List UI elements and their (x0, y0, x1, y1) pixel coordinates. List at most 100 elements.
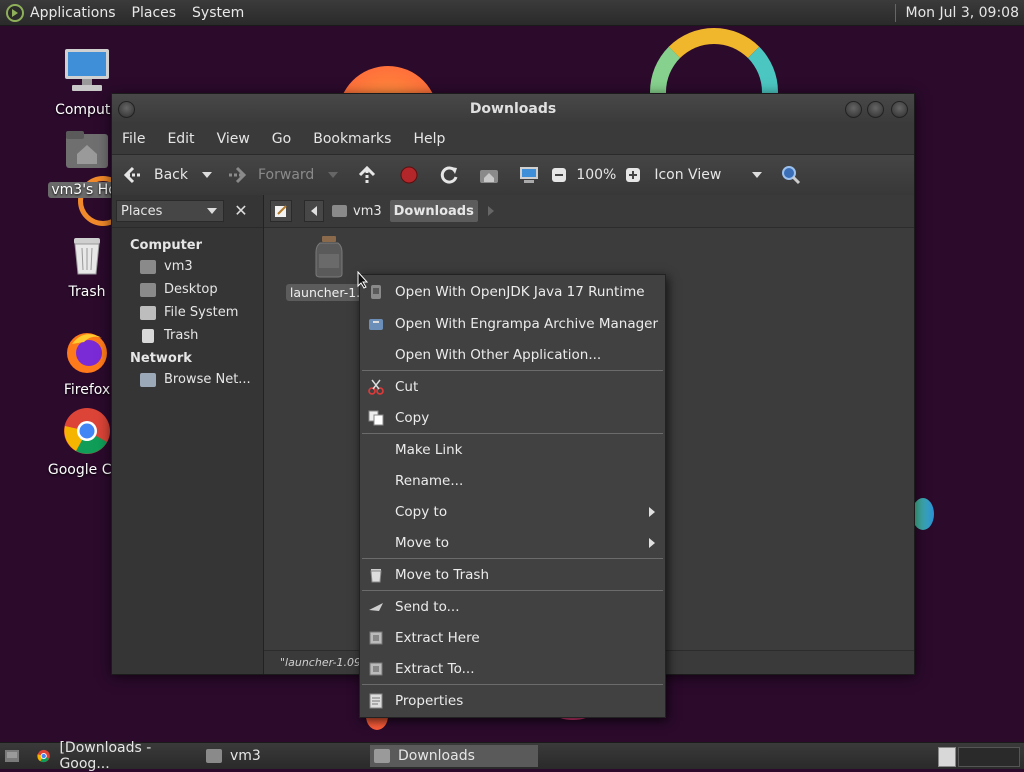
show-desktop-icon[interactable] (4, 748, 20, 764)
menu-item-move-to[interactable]: Move to (360, 529, 665, 557)
menu-separator (362, 684, 663, 685)
zoom-out-button[interactable] (548, 155, 570, 195)
path-scroll-left-button[interactable] (304, 200, 324, 222)
menu-item-properties[interactable]: Properties (360, 687, 665, 715)
applications-menu[interactable]: Applications (30, 5, 116, 21)
places-item-file-system[interactable]: File System (112, 301, 263, 324)
menu-go[interactable]: Go (272, 131, 291, 147)
titlebar[interactable]: Downloads (112, 94, 914, 124)
folder-icon (374, 749, 390, 763)
menu-item-label: Open With Other Application... (395, 347, 602, 363)
places-item-desktop[interactable]: Desktop (112, 278, 263, 301)
menu-item-cut[interactable]: Cut (360, 373, 665, 401)
minimize-button[interactable] (845, 101, 862, 118)
chevron-down-icon (202, 172, 212, 178)
back-history-dropdown[interactable] (202, 155, 212, 195)
forward-arrow-icon (229, 166, 247, 184)
menu-item-label: Extract To... (395, 661, 475, 677)
desktop-folder-icon (140, 282, 156, 297)
search-button[interactable] (780, 155, 802, 195)
menu-edit[interactable]: Edit (167, 131, 194, 147)
system-menu[interactable]: System (192, 5, 244, 21)
places-item-label: Browse Net... (164, 372, 251, 387)
toolbar: Back Forward 100% Icon View (112, 154, 914, 196)
menu-view[interactable]: View (217, 131, 250, 147)
workspace-switcher[interactable] (938, 747, 956, 767)
location-toggle-button[interactable] (270, 200, 292, 222)
reload-button[interactable] (438, 155, 460, 195)
stop-button[interactable] (398, 155, 420, 195)
panel-separator (894, 3, 896, 22)
java-icon (368, 284, 384, 300)
stop-icon (400, 166, 418, 184)
taskbar-item-chrome[interactable]: [Downloads - Goog... (36, 740, 201, 772)
taskbar-item-label: vm3 (230, 748, 261, 764)
menu-item-open-with-java[interactable]: Open With OpenJDK Java 17 Runtime (360, 278, 665, 306)
back-button[interactable]: Back (122, 155, 188, 195)
menu-item-move-to-trash[interactable]: Move to Trash (360, 561, 665, 589)
side-pane-close-icon[interactable]: ✕ (232, 202, 250, 220)
context-menu: Open With OpenJDK Java 17 Runtime Open W… (359, 274, 666, 718)
zoom-in-icon (626, 168, 641, 182)
menubar: File Edit View Go Bookmarks Help (112, 124, 914, 154)
places-item-browse-network[interactable]: Browse Net... (112, 368, 263, 391)
main-menu: Applications Places System (0, 0, 260, 25)
view-mode-select[interactable]: Icon View (654, 155, 763, 195)
menu-file[interactable]: File (122, 131, 145, 147)
menu-item-open-with-engrampa[interactable]: Open With Engrampa Archive Manager (360, 310, 665, 338)
chevron-down-icon (207, 208, 217, 214)
submenu-arrow-icon (649, 507, 655, 517)
places-menu[interactable]: Places (132, 5, 177, 21)
forward-history-dropdown[interactable] (328, 155, 339, 195)
menu-item-label: Cut (395, 379, 419, 395)
places-item-label: File System (164, 305, 239, 320)
clock[interactable]: Mon Jul 3, 09:08 (894, 0, 1024, 25)
menu-item-open-with-other[interactable]: Open With Other Application... (360, 341, 665, 369)
up-button[interactable] (356, 155, 378, 195)
mate-logo-icon[interactable] (6, 3, 24, 22)
path-scroll-right-button[interactable] (484, 200, 498, 222)
menu-item-copy[interactable]: Copy (360, 404, 665, 432)
taskbar-item-downloads[interactable]: Downloads (370, 745, 538, 767)
zoom-level[interactable]: 100% (576, 155, 616, 195)
close-button[interactable] (891, 101, 908, 118)
menu-item-send-to[interactable]: Send to... (360, 593, 665, 621)
computer-button[interactable] (518, 155, 540, 195)
window-menu-button[interactable] (118, 101, 135, 118)
forward-button[interactable]: Forward (226, 155, 314, 195)
menu-item-copy-to[interactable]: Copy to (360, 498, 665, 526)
extract-icon (368, 630, 384, 646)
places-item-trash[interactable]: Trash (112, 324, 263, 347)
clock-text: Mon Jul 3, 09:08 (905, 4, 1019, 21)
menu-item-label: Open With OpenJDK Java 17 Runtime (395, 284, 645, 300)
menu-item-label: Send to... (395, 599, 460, 615)
back-label: Back (154, 167, 188, 183)
menu-item-label: Copy to (395, 504, 448, 520)
chevron-down-icon (752, 172, 763, 178)
menu-item-extract-here[interactable]: Extract Here (360, 624, 665, 652)
menu-bookmarks[interactable]: Bookmarks (313, 131, 391, 147)
chrome-icon (64, 408, 110, 454)
home-folder-icon (332, 205, 347, 217)
places-item-vm3[interactable]: vm3 (112, 255, 263, 278)
taskbar-item-vm3[interactable]: vm3 (206, 745, 356, 767)
side-pane-selector[interactable]: Places (116, 200, 224, 222)
menu-item-label: Open With Engrampa Archive Manager (395, 316, 659, 332)
archive-manager-icon (368, 316, 384, 332)
crumb-vm3[interactable]: vm3 (328, 200, 386, 222)
workspace-switcher-second[interactable] (958, 747, 1020, 767)
section-heading-network: Network (130, 351, 192, 366)
home-button[interactable] (478, 155, 500, 195)
menu-help[interactable]: Help (413, 131, 445, 147)
crumb-downloads[interactable]: Downloads (389, 200, 478, 222)
view-mode-value: Icon View (654, 167, 722, 183)
menu-item-extract-to[interactable]: Extract To... (360, 655, 665, 683)
menu-item-label: Rename... (395, 473, 464, 489)
menu-separator (362, 433, 663, 434)
submenu-arrow-icon (649, 538, 655, 548)
menu-item-rename[interactable]: Rename... (360, 467, 665, 495)
computer-icon (520, 167, 539, 183)
maximize-button[interactable] (867, 101, 884, 118)
zoom-in-button[interactable] (622, 155, 644, 195)
menu-item-make-link[interactable]: Make Link (360, 436, 665, 464)
